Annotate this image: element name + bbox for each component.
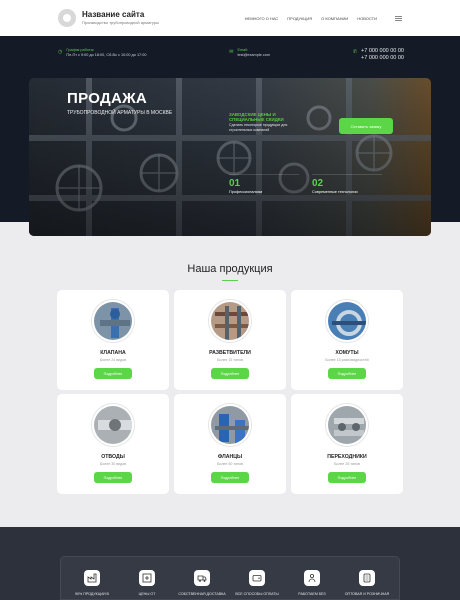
advantage-item: 90% продукции в — [70, 570, 114, 596]
product-card[interactable]: Фланцы Более 50 типов Подробнее — [174, 394, 286, 494]
hero-banner: ПРОДАЖА трубопроводной арматуры в Москве… — [29, 78, 431, 236]
nav-item-news[interactable]: Новости — [357, 16, 377, 21]
contacts-bar: ◷ График работы: Пн-Пт с 9:00 до 18:00, … — [58, 48, 404, 61]
email-link[interactable]: test@example.com — [237, 53, 270, 58]
advantage-item: Оптовая и розничная — [345, 570, 389, 596]
product-image — [92, 404, 134, 446]
product-count: Более 25 типов — [334, 462, 360, 466]
hero-promo: Заводские цены и специальные скидки Сдел… — [229, 112, 303, 133]
advantage-label: Оптовая и розничная — [344, 592, 390, 596]
details-button[interactable]: Подробнее — [94, 472, 132, 483]
advantage-label: Цены от — [138, 592, 156, 596]
main-nav: Немного о нас Продукция О компании Новос… — [245, 16, 377, 21]
product-name: Разветвители — [209, 350, 251, 356]
feature-number: 02 — [312, 178, 324, 189]
clock-icon: ◷ — [58, 49, 63, 55]
site-subtitle: Производство трубопроводной арматуры — [82, 20, 159, 25]
phone-icon: ✆ — [352, 49, 358, 55]
nav-item-products[interactable]: Продукция — [287, 16, 312, 21]
title-underline — [222, 280, 238, 281]
product-card[interactable]: Хомуты Более 15 разновидностей Подробнее — [291, 290, 403, 390]
product-image — [209, 404, 251, 446]
product-card[interactable]: Отводы Более 30 видов Подробнее — [57, 394, 169, 494]
hero-title: ПРОДАЖА — [67, 90, 148, 107]
factory-icon — [84, 570, 100, 586]
advantage-label: 90% продукции в — [75, 592, 109, 596]
request-button[interactable]: Оставить заявку — [339, 118, 393, 134]
feature-2: 02 Современные технологии — [312, 174, 382, 194]
product-image — [209, 300, 251, 342]
hamburger-icon[interactable] — [395, 15, 402, 21]
details-button[interactable]: Подробнее — [328, 472, 366, 483]
site-header: Название сайта Производство трубопроводн… — [0, 0, 460, 36]
site-title[interactable]: Название сайта — [82, 10, 159, 20]
product-card[interactable]: Переходники Более 25 типов Подробнее — [291, 394, 403, 494]
nav-item-about[interactable]: Немного о нас — [245, 16, 279, 21]
product-card[interactable]: Разветвители Более 15 типов Подробнее — [174, 290, 286, 390]
product-name: Хомуты — [335, 350, 359, 356]
contact-email: ✉ Email: test@example.com — [229, 48, 270, 61]
promo-text: Сделать некоторые продукции для строител… — [229, 123, 288, 132]
wallet-icon — [249, 570, 265, 586]
details-button[interactable]: Подробнее — [328, 368, 366, 379]
advantage-label: Все способы оплаты — [235, 592, 279, 596]
feature-1: 01 Профессионализм — [229, 174, 299, 194]
price-tag-icon — [139, 570, 155, 586]
advantage-item: Собственная доставка — [178, 570, 226, 596]
logo-icon[interactable] — [58, 9, 76, 27]
details-button[interactable]: Подробнее — [94, 368, 132, 379]
details-button[interactable]: Подробнее — [211, 368, 249, 379]
product-count: Более 30 видов — [99, 462, 127, 466]
handshake-icon — [304, 570, 320, 586]
feature-number: 01 — [229, 178, 241, 189]
product-name: Клапана — [100, 350, 126, 356]
feature-label: Современные технологии — [312, 190, 358, 194]
feature-label: Профессионализм — [229, 190, 263, 194]
product-count: Более 15 разновидностей — [325, 358, 369, 362]
advantage-item: Работаем без — [290, 570, 334, 596]
advantage-label: Собственная доставка — [178, 592, 226, 596]
truck-icon — [194, 570, 210, 586]
contact-hours: ◷ График работы: Пн-Пт с 9:00 до 18:00, … — [58, 48, 146, 61]
contact-phone: ✆ +7 000 000 00 00 +7 000 000 00 00 — [353, 48, 404, 61]
hero-subtitle: трубопроводной арматуры в Москве — [67, 110, 173, 116]
mail-icon: ✉ — [229, 49, 234, 55]
product-name: Отводы — [101, 454, 125, 460]
product-count: Более 24 видов — [99, 358, 127, 362]
product-count: Более 50 типов — [217, 462, 243, 466]
advantage-item: Цены от — [125, 570, 169, 596]
product-name: Переходники — [327, 454, 367, 460]
box-icon — [359, 570, 375, 586]
product-card[interactable]: Клапана Более 24 видов Подробнее — [57, 290, 169, 390]
promo-heading: Заводские цены и специальные скидки — [229, 112, 284, 123]
page: Название сайта Производство трубопроводн… — [0, 0, 460, 600]
phone-2[interactable]: +7 000 000 00 00 — [361, 55, 404, 62]
details-button[interactable]: Подробнее — [211, 472, 249, 483]
advantage-label: Работаем без — [298, 592, 326, 596]
products-title: Наша продукция — [187, 263, 273, 275]
product-name: Фланцы — [217, 454, 243, 460]
product-count: Более 15 типов — [217, 358, 243, 362]
product-image — [92, 300, 134, 342]
hours-value: Пн-Пт с 9:00 до 18:00, Сб-Вс с 10:00 до … — [66, 53, 147, 57]
advantage-item: Все способы оплаты — [235, 570, 279, 596]
product-image — [326, 404, 368, 446]
brand: Название сайта Производство трубопроводн… — [82, 10, 159, 26]
phone-1[interactable]: +7 000 000 00 00 — [361, 48, 404, 55]
nav-item-company[interactable]: О компании — [321, 16, 348, 21]
product-image — [326, 300, 368, 342]
